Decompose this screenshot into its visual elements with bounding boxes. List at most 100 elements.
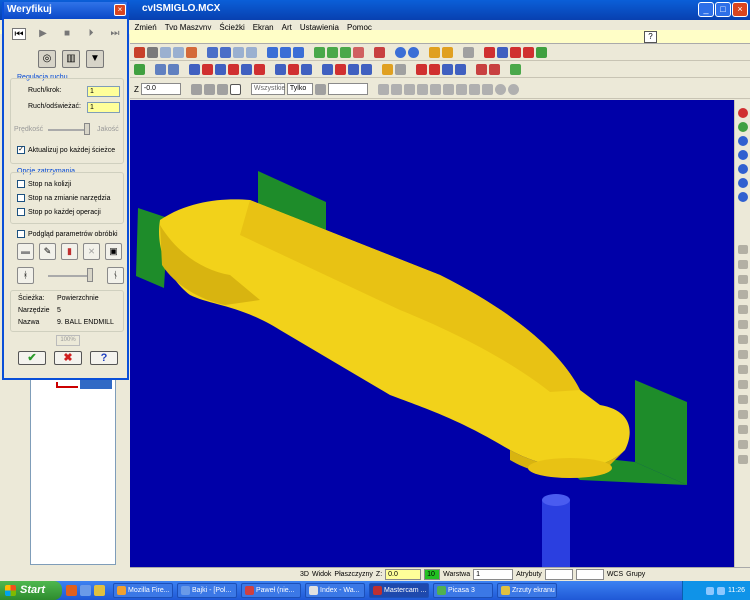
grid-icon[interactable]	[322, 63, 333, 75]
update-each-checkbox[interactable]: ✓ Aktualizuj po każdej ścieżce	[17, 146, 115, 154]
move-refresh-input[interactable]: 1	[87, 102, 120, 113]
tool-icon[interactable]	[738, 108, 748, 118]
wcs-button[interactable]: WCS	[607, 571, 623, 578]
select-icon[interactable]	[390, 83, 402, 95]
shade-icon[interactable]	[134, 46, 145, 58]
mode-3d-button[interactable]: 3D	[300, 571, 309, 578]
app-icon[interactable]	[94, 585, 105, 596]
stop-icon[interactable]: ■	[60, 28, 74, 40]
move-step-input[interactable]: 1	[87, 86, 120, 97]
grid-icon[interactable]	[361, 63, 372, 75]
holder-display-icon[interactable]: ▥	[62, 50, 80, 68]
grid-icon[interactable]	[335, 63, 346, 75]
select-icon[interactable]	[468, 83, 480, 95]
firefox-icon[interactable]	[66, 585, 77, 596]
tree-selected-item[interactable]	[80, 380, 112, 389]
start-button[interactable]: Start	[0, 581, 62, 600]
view-icon[interactable]	[220, 46, 231, 58]
taskbar-item[interactable]: Index - Wa...	[305, 583, 365, 598]
ok-button[interactable]: ✔	[18, 351, 46, 365]
z-field[interactable]: 0.0	[385, 569, 422, 580]
help-icon[interactable]	[229, 83, 241, 95]
tool-icon[interactable]	[738, 440, 748, 449]
atrybuty-button[interactable]: Atrybuty	[516, 571, 542, 578]
tool-icon[interactable]	[395, 63, 406, 75]
speed-slider-thumb[interactable]	[84, 123, 90, 135]
zoom-out-icon[interactable]	[173, 46, 184, 58]
globe-icon[interactable]	[395, 46, 406, 58]
desktop-icon[interactable]	[80, 585, 91, 596]
tool-icon[interactable]	[738, 305, 748, 314]
filter-dropdown[interactable]: Wszystkie	[250, 83, 285, 95]
rotate-icon[interactable]	[267, 46, 278, 58]
save-icon[interactable]: ▣	[105, 243, 122, 260]
taskbar-item[interactable]: Zrzuty ekranu	[497, 583, 557, 598]
walking-man-icon[interactable]: ᚼ	[17, 267, 34, 284]
tool-icon[interactable]	[314, 83, 326, 95]
help-button[interactable]: ?	[90, 351, 118, 365]
select-icon[interactable]	[507, 83, 519, 95]
cube-icon[interactable]	[353, 46, 364, 58]
close-button[interactable]: ×	[732, 2, 748, 17]
select-icon[interactable]	[403, 83, 415, 95]
sim-speed-track[interactable]	[48, 275, 90, 277]
tool-icon[interactable]	[738, 260, 748, 269]
grid-icon[interactable]	[442, 63, 453, 75]
mask-dropdown[interactable]	[327, 83, 368, 95]
zoom-in-icon[interactable]	[160, 46, 171, 58]
grid-icon[interactable]	[254, 63, 265, 75]
chart-icon[interactable]: ▮	[61, 243, 78, 260]
running-man-icon[interactable]: ᚾ	[107, 267, 124, 284]
maximize-button[interactable]: □	[715, 2, 731, 17]
tylko-button[interactable]: Tylko	[286, 83, 313, 95]
select-icon[interactable]	[429, 83, 441, 95]
sphere-icon[interactable]	[738, 150, 748, 160]
line-style-dropdown[interactable]	[544, 569, 573, 580]
select-icon[interactable]	[442, 83, 454, 95]
pencil-icon[interactable]	[442, 46, 453, 58]
stop-collision-checkbox[interactable]: Stop na kolizji	[17, 180, 71, 188]
cube-icon[interactable]	[374, 46, 385, 58]
fast-forward-icon[interactable]: ⏭	[108, 28, 122, 40]
graphics-viewport[interactable]	[130, 100, 734, 567]
globe-icon[interactable]	[738, 178, 748, 188]
taskbar-item[interactable]: Mozilla Fire...	[113, 583, 173, 598]
funnel-icon[interactable]: ▼	[86, 50, 104, 68]
grid-icon[interactable]	[215, 63, 226, 75]
tool-icon[interactable]	[738, 455, 748, 464]
flag-icon[interactable]	[523, 46, 534, 58]
sphere-icon[interactable]	[738, 136, 748, 146]
flag-icon[interactable]	[510, 46, 521, 58]
zoom-icon[interactable]	[233, 46, 244, 58]
tool-icon[interactable]	[738, 320, 748, 329]
cube-icon[interactable]	[489, 63, 500, 75]
wrench-icon[interactable]: ✎	[39, 243, 56, 260]
rotate-icon[interactable]	[293, 46, 304, 58]
tool-icon[interactable]	[738, 380, 748, 389]
grid-icon[interactable]	[348, 63, 359, 75]
grid-icon[interactable]	[429, 63, 440, 75]
cube-icon[interactable]	[314, 46, 325, 58]
operations-tree[interactable]	[30, 375, 116, 565]
widok-value[interactable]: Płaszczyzny	[334, 571, 373, 578]
network-icon[interactable]	[706, 586, 714, 595]
cube-icon[interactable]	[476, 63, 487, 75]
zoom-icon[interactable]	[147, 46, 158, 58]
clock[interactable]: 11:26	[728, 587, 745, 594]
grid-icon[interactable]	[497, 46, 508, 58]
pencil-icon[interactable]	[429, 46, 440, 58]
dialog-title-bar[interactable]: Weryfikuj	[4, 2, 127, 19]
fit-icon[interactable]	[186, 46, 197, 58]
grid-icon[interactable]	[189, 63, 200, 75]
tool-icon[interactable]	[738, 425, 748, 434]
tool-icon[interactable]	[738, 350, 748, 359]
grupy-button[interactable]: Grupy	[626, 571, 645, 578]
select-icon[interactable]	[481, 83, 493, 95]
tool-icon[interactable]	[216, 83, 228, 95]
grid-icon[interactable]	[455, 63, 466, 75]
taskbar-item[interactable]: Mastercam ...	[369, 583, 429, 598]
tool-display-icon[interactable]: ◎	[38, 50, 56, 68]
stop-tool-change-checkbox[interactable]: Stop na zmianie narzędzia	[17, 194, 111, 202]
checkbox-checked[interactable]: ✓	[17, 146, 25, 154]
color-field[interactable]: 10	[424, 569, 441, 580]
